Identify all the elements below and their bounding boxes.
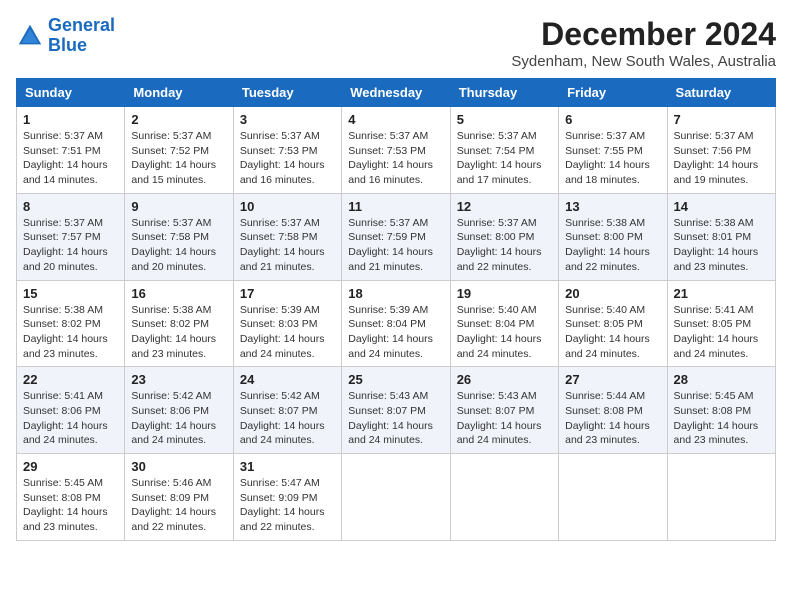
table-row: 24 Sunrise: 5:42 AM Sunset: 8:07 PM Dayl…	[233, 367, 341, 454]
calendar-header-row: Sunday Monday Tuesday Wednesday Thursday…	[17, 79, 776, 107]
calendar-week-row: 1 Sunrise: 5:37 AMSunset: 7:51 PMDayligh…	[17, 107, 776, 194]
logo-icon	[16, 22, 44, 50]
table-row: 30 Sunrise: 5:46 AM Sunset: 8:09 PM Dayl…	[125, 454, 233, 541]
table-row: 9 Sunrise: 5:37 AM Sunset: 7:58 PM Dayli…	[125, 193, 233, 280]
table-row: 23 Sunrise: 5:42 AM Sunset: 8:06 PM Dayl…	[125, 367, 233, 454]
calendar-week-row: 8 Sunrise: 5:37 AM Sunset: 7:57 PM Dayli…	[17, 193, 776, 280]
page-header: General Blue December 2024 Sydenham, New…	[16, 16, 776, 70]
table-row: 22 Sunrise: 5:41 AM Sunset: 8:06 PM Dayl…	[17, 367, 125, 454]
table-row: 19 Sunrise: 5:40 AM Sunset: 8:04 PM Dayl…	[450, 280, 558, 367]
header-tuesday: Tuesday	[233, 79, 341, 107]
table-row: 18 Sunrise: 5:39 AM Sunset: 8:04 PM Dayl…	[342, 280, 450, 367]
table-row: 25 Sunrise: 5:43 AM Sunset: 8:07 PM Dayl…	[342, 367, 450, 454]
empty-cell	[667, 454, 775, 541]
table-row: 27 Sunrise: 5:44 AM Sunset: 8:08 PM Dayl…	[559, 367, 667, 454]
table-row: 15 Sunrise: 5:38 AM Sunset: 8:02 PM Dayl…	[17, 280, 125, 367]
empty-cell	[342, 454, 450, 541]
month-title: December 2024	[511, 16, 776, 53]
calendar-week-row: 29 Sunrise: 5:45 AM Sunset: 8:08 PM Dayl…	[17, 454, 776, 541]
table-row: 21 Sunrise: 5:41 AM Sunset: 8:05 PM Dayl…	[667, 280, 775, 367]
header-wednesday: Wednesday	[342, 79, 450, 107]
table-row: 14 Sunrise: 5:38 AM Sunset: 8:01 PM Dayl…	[667, 193, 775, 280]
table-row: 26 Sunrise: 5:43 AM Sunset: 8:07 PM Dayl…	[450, 367, 558, 454]
table-row: 13 Sunrise: 5:38 AM Sunset: 8:00 PM Dayl…	[559, 193, 667, 280]
empty-cell	[450, 454, 558, 541]
logo-text: General Blue	[48, 16, 115, 56]
table-row: 17 Sunrise: 5:39 AM Sunset: 8:03 PM Dayl…	[233, 280, 341, 367]
table-row: 11 Sunrise: 5:37 AM Sunset: 7:59 PM Dayl…	[342, 193, 450, 280]
table-row: 7 Sunrise: 5:37 AM Sunset: 7:56 PM Dayli…	[667, 107, 775, 194]
calendar-week-row: 22 Sunrise: 5:41 AM Sunset: 8:06 PM Dayl…	[17, 367, 776, 454]
table-row: 3 Sunrise: 5:37 AM Sunset: 7:53 PM Dayli…	[233, 107, 341, 194]
calendar-week-row: 15 Sunrise: 5:38 AM Sunset: 8:02 PM Dayl…	[17, 280, 776, 367]
calendar-table: Sunday Monday Tuesday Wednesday Thursday…	[16, 78, 776, 541]
table-row: 28 Sunrise: 5:45 AM Sunset: 8:08 PM Dayl…	[667, 367, 775, 454]
header-saturday: Saturday	[667, 79, 775, 107]
header-sunday: Sunday	[17, 79, 125, 107]
location-title: Sydenham, New South Wales, Australia	[511, 53, 776, 70]
header-thursday: Thursday	[450, 79, 558, 107]
logo-general: General	[48, 15, 115, 35]
header-friday: Friday	[559, 79, 667, 107]
table-row: 8 Sunrise: 5:37 AM Sunset: 7:57 PM Dayli…	[17, 193, 125, 280]
title-block: December 2024 Sydenham, New South Wales,…	[511, 16, 776, 70]
table-row: 29 Sunrise: 5:45 AM Sunset: 8:08 PM Dayl…	[17, 454, 125, 541]
table-row: 31 Sunrise: 5:47 AM Sunset: 9:09 PM Dayl…	[233, 454, 341, 541]
empty-cell	[559, 454, 667, 541]
table-row: 2 Sunrise: 5:37 AM Sunset: 7:52 PM Dayli…	[125, 107, 233, 194]
table-row: 6 Sunrise: 5:37 AM Sunset: 7:55 PM Dayli…	[559, 107, 667, 194]
table-row: 10 Sunrise: 5:37 AM Sunset: 7:58 PM Dayl…	[233, 193, 341, 280]
table-row: 1 Sunrise: 5:37 AMSunset: 7:51 PMDayligh…	[17, 107, 125, 194]
logo-blue: Blue	[48, 35, 87, 55]
table-row: 5 Sunrise: 5:37 AM Sunset: 7:54 PM Dayli…	[450, 107, 558, 194]
table-row: 4 Sunrise: 5:37 AM Sunset: 7:53 PM Dayli…	[342, 107, 450, 194]
table-row: 16 Sunrise: 5:38 AM Sunset: 8:02 PM Dayl…	[125, 280, 233, 367]
logo: General Blue	[16, 16, 115, 56]
table-row: 20 Sunrise: 5:40 AM Sunset: 8:05 PM Dayl…	[559, 280, 667, 367]
table-row: 12 Sunrise: 5:37 AM Sunset: 8:00 PM Dayl…	[450, 193, 558, 280]
header-monday: Monday	[125, 79, 233, 107]
